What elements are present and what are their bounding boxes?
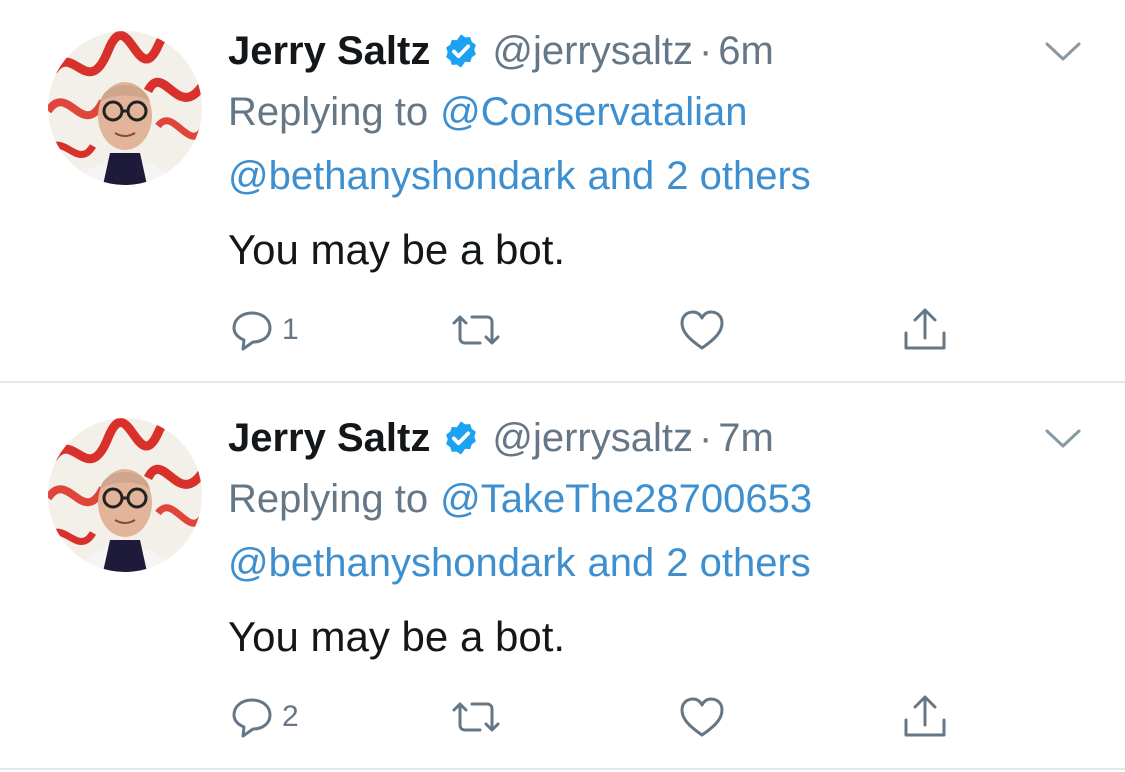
separator-dot: · <box>698 415 713 460</box>
mention-link[interactable]: @bethanyshondark <box>228 154 576 199</box>
author-name[interactable]: Jerry Saltz <box>228 416 430 461</box>
tweet-actions: 1 <box>0 302 1125 358</box>
separator-dot: · <box>698 28 713 73</box>
mention-link[interactable]: @Conservatalian <box>440 90 747 135</box>
reply-button[interactable]: 1 <box>228 302 299 358</box>
chevron-down-icon[interactable] <box>1043 38 1083 66</box>
retweet-button[interactable] <box>448 689 504 745</box>
replying-to: Replying to @TakeThe28700653 <box>228 473 812 525</box>
share-icon <box>900 305 950 355</box>
avatar[interactable] <box>48 418 202 572</box>
like-button[interactable] <box>677 302 727 358</box>
share-icon <box>900 692 950 742</box>
timestamp[interactable]: 6m <box>718 29 774 74</box>
heart-icon <box>677 306 727 354</box>
mention-link[interactable]: @TakeThe28700653 <box>440 477 812 522</box>
replying-to-more: @bethanyshondark and 2 others <box>228 150 811 202</box>
replying-and[interactable]: and <box>588 541 655 586</box>
replying-and[interactable]: and <box>588 154 655 199</box>
reply-count: 1 <box>282 313 299 346</box>
retweet-icon <box>448 306 504 354</box>
author-handle[interactable]: @jerrysaltz <box>492 29 693 74</box>
retweet-icon <box>448 693 504 741</box>
tweet-actions: 2 <box>0 689 1125 745</box>
tweet-feed: Jerry Saltz @jerrysaltz · 6m Replying to… <box>0 0 1125 772</box>
reply-bubble-icon <box>228 306 276 354</box>
retweet-button[interactable] <box>448 302 504 358</box>
author-name[interactable]: Jerry Saltz <box>228 29 430 74</box>
tweet-header: Jerry Saltz @jerrysaltz · 7m <box>228 413 774 463</box>
others-link[interactable]: 2 others <box>666 541 811 586</box>
mention-link[interactable]: @bethanyshondark <box>228 541 576 586</box>
others-link[interactable]: 2 others <box>666 154 811 199</box>
tweet-divider <box>0 381 1125 383</box>
replying-to: Replying to @Conservatalian <box>228 86 748 138</box>
tweet-divider <box>0 768 1125 770</box>
chevron-down-icon[interactable] <box>1043 425 1083 453</box>
tweet[interactable]: Jerry Saltz @jerrysaltz · 7m Replying to… <box>0 387 1125 769</box>
verified-badge-icon <box>442 419 480 457</box>
timestamp[interactable]: 7m <box>718 416 774 461</box>
reply-bubble-icon <box>228 693 276 741</box>
reply-count: 2 <box>282 700 299 733</box>
share-button[interactable] <box>900 689 950 745</box>
avatar[interactable] <box>48 31 202 185</box>
like-button[interactable] <box>677 689 727 745</box>
verified-badge-icon <box>442 32 480 70</box>
tweet-text: You may be a bot. <box>228 613 566 660</box>
reply-button[interactable]: 2 <box>228 689 299 745</box>
replying-to-label: Replying to <box>228 89 429 134</box>
tweet-text: You may be a bot. <box>228 226 566 273</box>
share-button[interactable] <box>900 302 950 358</box>
tweet[interactable]: Jerry Saltz @jerrysaltz · 6m Replying to… <box>0 0 1125 382</box>
replying-to-label: Replying to <box>228 476 429 521</box>
heart-icon <box>677 693 727 741</box>
replying-to-more: @bethanyshondark and 2 others <box>228 537 811 589</box>
author-handle[interactable]: @jerrysaltz <box>492 416 693 461</box>
tweet-header: Jerry Saltz @jerrysaltz · 6m <box>228 26 774 76</box>
